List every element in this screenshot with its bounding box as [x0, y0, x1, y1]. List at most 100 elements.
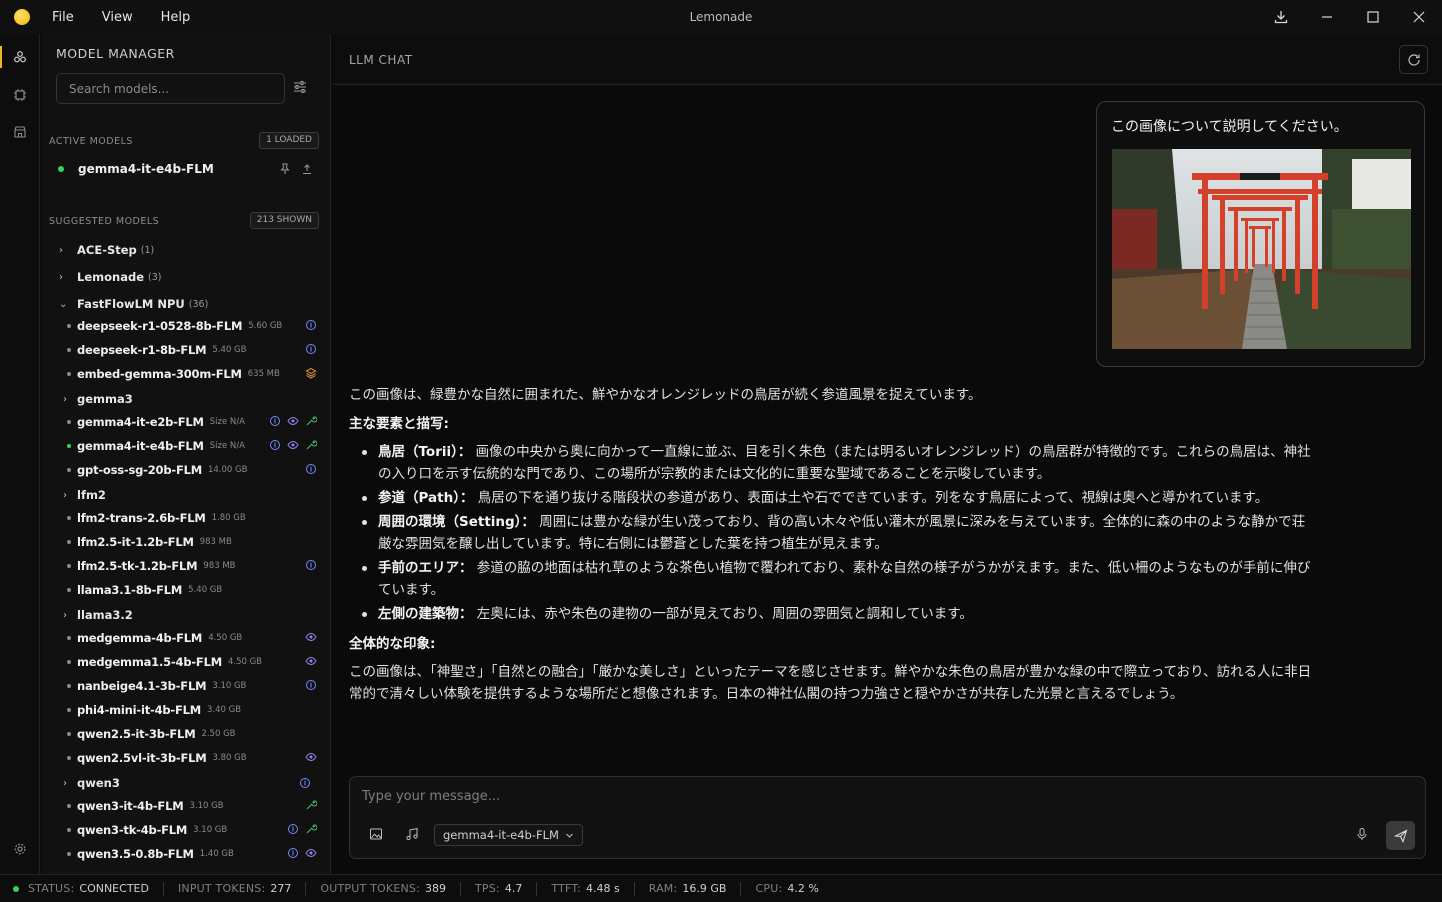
chip-icon[interactable] — [0, 80, 40, 110]
menu-file[interactable]: File — [52, 10, 74, 25]
model-dot — [67, 540, 71, 544]
chevron-down-icon — [566, 833, 573, 838]
store-icon[interactable] — [0, 117, 40, 147]
refresh-button[interactable] — [1399, 45, 1428, 74]
model-row[interactable]: gemma4-it-e4b-FLM Size N/A — [67, 436, 317, 456]
music-note-icon[interactable] — [405, 827, 421, 843]
model-size: 14.00 GB — [207, 465, 248, 475]
model-name: qwen2.5-it-3b-FLM — [77, 727, 196, 741]
model-row[interactable]: lfm2-trans-2.6b-FLM 1.80 GB — [67, 508, 317, 528]
attached-torii-image[interactable] — [1112, 149, 1411, 349]
pin-icon[interactable] — [279, 163, 291, 179]
reasoning-icon — [300, 778, 310, 788]
answer-bullet: 参道（Path）： 鳥居の下を通り抜ける階段状の参道があり、表面は土や石でできて… — [349, 487, 1314, 509]
vision-eye-icon — [287, 416, 299, 426]
assistant-message: この画像は、緑豊かな自然に囲まれた、鮮やかなオレンジレッドの鳥居が続く参道風景を… — [349, 384, 1324, 712]
bullet-label: 参道（Path）： — [378, 490, 474, 506]
close-button[interactable] — [1396, 0, 1442, 34]
model-name: phi4-mini-it-4b-FLM — [77, 703, 202, 717]
answer-bullet-list: 鳥居（Torii）： 画像の中央から奥に向かって一直線に並ぶ、目を引く朱色（また… — [349, 441, 1324, 625]
maximize-button[interactable] — [1350, 0, 1396, 34]
model-name: medgemma1.5-4b-FLM — [77, 655, 222, 669]
menu-help[interactable]: Help — [161, 10, 191, 25]
model-size: 4.50 GB — [208, 633, 243, 643]
answer-heading: 全体的な印象: — [349, 636, 436, 652]
tool-wrench-icon — [306, 416, 317, 426]
model-row[interactable]: medgemma-4b-FLM 4.50 GB — [67, 628, 317, 648]
model-row[interactable]: lfm2.5-tk-1.2b-FLM 983 MB — [67, 556, 317, 576]
send-button[interactable] — [1386, 821, 1415, 850]
model-row[interactable]: qwen3-tk-4b-FLM 3.10 GB — [67, 820, 317, 840]
window-controls — [1258, 0, 1442, 34]
status-value: 389 — [425, 882, 446, 895]
activity-rail — [0, 34, 40, 874]
model-row[interactable]: deepseek-r1-0528-8b-FLM 5.60 GB — [67, 316, 317, 336]
model-select-dropdown[interactable]: gemma4-it-e4b-FLM — [434, 824, 583, 846]
model-size: 3.10 GB — [212, 681, 247, 691]
vision-eye-icon — [305, 656, 317, 666]
message-input[interactable] — [362, 789, 1262, 804]
bullet-label: 周囲の環境（Setting）： — [378, 514, 535, 530]
model-name: qwen2.5vl-it-3b-FLM — [77, 751, 207, 765]
active-model-row[interactable]: gemma4-it-e4b-FLM — [56, 161, 318, 179]
filter-icon[interactable] — [293, 80, 309, 96]
model-row[interactable]: llama3.1-8b-FLM 5.40 GB — [67, 580, 317, 600]
group-fastflowlm-npu[interactable]: ⌄ FastFlowLM NPU (36) — [59, 295, 208, 313]
model-dot — [67, 564, 71, 568]
model-size: 635 MB — [247, 369, 280, 379]
answer-bullet: 周囲の環境（Setting）： 周囲には豊かな緑が生い茂っており、背の高い木々や… — [349, 511, 1314, 555]
reasoning-icon — [270, 440, 280, 450]
model-row[interactable]: embed-gemma-300m-FLM 635 MB — [67, 364, 317, 384]
model-size: 4.50 GB — [227, 657, 262, 667]
settings-gear-icon[interactable] — [0, 834, 40, 864]
status-value: CONNECTED — [79, 882, 149, 895]
model-row[interactable]: deepseek-r1-8b-FLM 5.40 GB — [67, 340, 317, 360]
model-row[interactable]: nanbeige4.1-3b-FLM 3.10 GB — [67, 676, 317, 696]
status-ram: RAM: 16.9 GB — [649, 882, 727, 895]
subgroup-qwen3[interactable]: › qwen3 — [63, 774, 310, 792]
unload-icon[interactable] — [301, 163, 313, 179]
model-row[interactable]: gpt-oss-sg-20b-FLM 14.00 GB — [67, 460, 317, 480]
model-row[interactable]: qwen3.5-0.8b-FLM 1.40 GB — [67, 844, 317, 864]
status-key: STATUS: — [28, 882, 75, 895]
status-tps: TPS: 4.7 — [475, 882, 522, 895]
model-name: qwen3-it-4b-FLM — [77, 799, 184, 813]
model-row[interactable]: qwen2.5vl-it-3b-FLM 3.80 GB — [67, 748, 317, 768]
model-dot — [67, 828, 71, 832]
model-manager-title: MODEL MANAGER — [56, 46, 175, 61]
model-row[interactable]: phi4-mini-it-4b-FLM 3.40 GB — [67, 700, 317, 720]
minimize-button[interactable] — [1304, 0, 1350, 34]
model-row[interactable]: qwen3-it-4b-FLM 3.10 GB — [67, 796, 317, 816]
chat-header: LLM CHAT — [333, 34, 1442, 85]
menu-view[interactable]: View — [102, 10, 133, 25]
models-icon[interactable] — [0, 42, 40, 72]
chat-panel: LLM CHAT この画像について説明してください。 この画像は、緑豊かな自然に… — [333, 34, 1442, 874]
model-dot — [67, 372, 71, 376]
model-row[interactable]: gemma4-it-e2b-FLM Size N/A — [67, 412, 317, 432]
model-name: deepseek-r1-8b-FLM — [77, 343, 207, 357]
chevron-right-icon: › — [63, 609, 67, 621]
vision-eye-icon — [305, 848, 317, 858]
subgroup-llama3-2[interactable]: › llama3.2 — [63, 606, 133, 624]
model-row[interactable]: qwen2.5-it-3b-FLM 2.50 GB — [67, 724, 317, 744]
microphone-icon[interactable] — [1355, 827, 1371, 843]
image-attach-icon[interactable] — [369, 827, 385, 843]
model-name: gemma4-it-e2b-FLM — [77, 415, 204, 429]
tool-wrench-icon — [306, 440, 317, 450]
bullet-text: 鳥居の下を通り抜ける階段状の参道があり、表面は土や石でできています。列をなす鳥居… — [477, 490, 1269, 506]
model-name: nanbeige4.1-3b-FLM — [77, 679, 207, 693]
subgroup-gemma3[interactable]: › gemma3 — [63, 390, 133, 408]
model-dot — [67, 516, 71, 520]
chevron-right-icon: › — [63, 777, 67, 789]
model-row[interactable]: medgemma1.5-4b-FLM 4.50 GB — [67, 652, 317, 672]
group-ace-step[interactable]: › ACE-Step (1) — [59, 241, 154, 259]
download-icon[interactable] — [1258, 0, 1304, 34]
model-row[interactable]: lfm2.5-it-1.2b-FLM 983 MB — [67, 532, 317, 552]
model-loaded-dot — [67, 444, 71, 448]
tool-wrench-icon — [306, 824, 317, 834]
divider — [536, 881, 538, 896]
group-lemonade[interactable]: › Lemonade (3) — [59, 268, 161, 286]
model-size: 983 MB — [203, 561, 236, 571]
search-models-input[interactable] — [56, 73, 285, 104]
subgroup-lfm2[interactable]: › lfm2 — [63, 486, 106, 504]
